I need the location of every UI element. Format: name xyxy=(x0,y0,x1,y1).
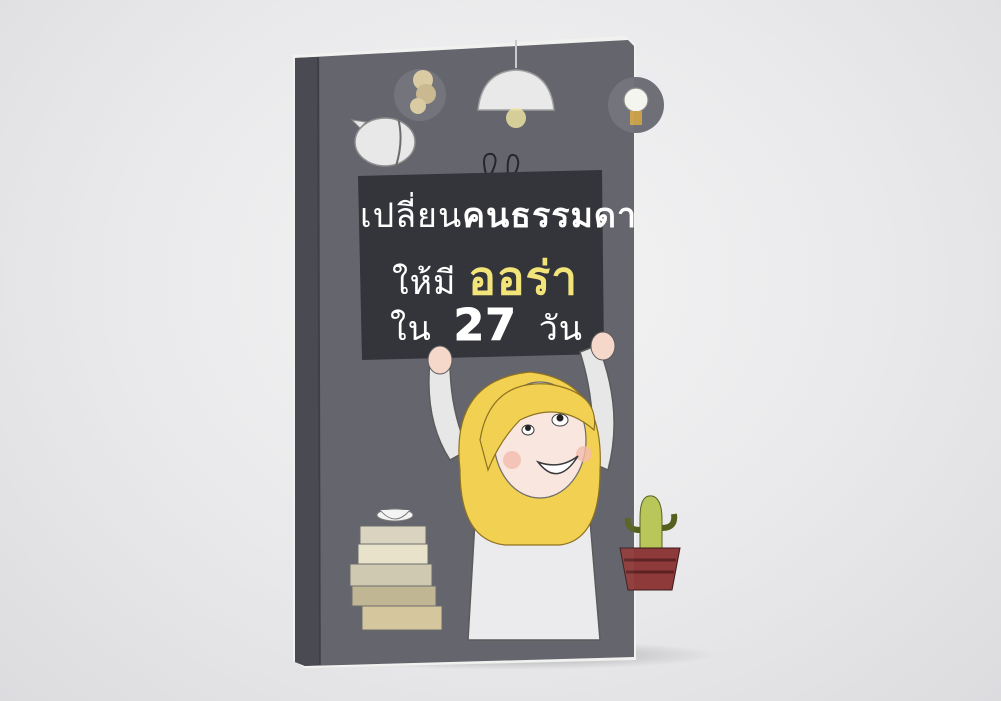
title-line3-number: 27 xyxy=(453,300,517,352)
title-line1-thin: เปลี่ยน xyxy=(360,196,463,236)
title-line3-prefix: ใน xyxy=(390,309,432,349)
title-line2-prefix: ให้มี xyxy=(392,263,457,303)
title-line-3: ใน 27 วัน xyxy=(390,300,583,355)
title-line-1: เปลี่ยนคนธรรมดา xyxy=(360,188,637,242)
title-line3-suffix: วัน xyxy=(538,309,584,349)
book-mockup-scene: เปลี่ยนคนธรรมดา ให้มี ออร่า ใน 27 วัน xyxy=(0,0,1001,701)
book-spine xyxy=(295,57,320,666)
title-line1-bold: คนธรรมดา xyxy=(462,196,638,236)
title-line2-highlight: ออร่า xyxy=(468,251,579,305)
